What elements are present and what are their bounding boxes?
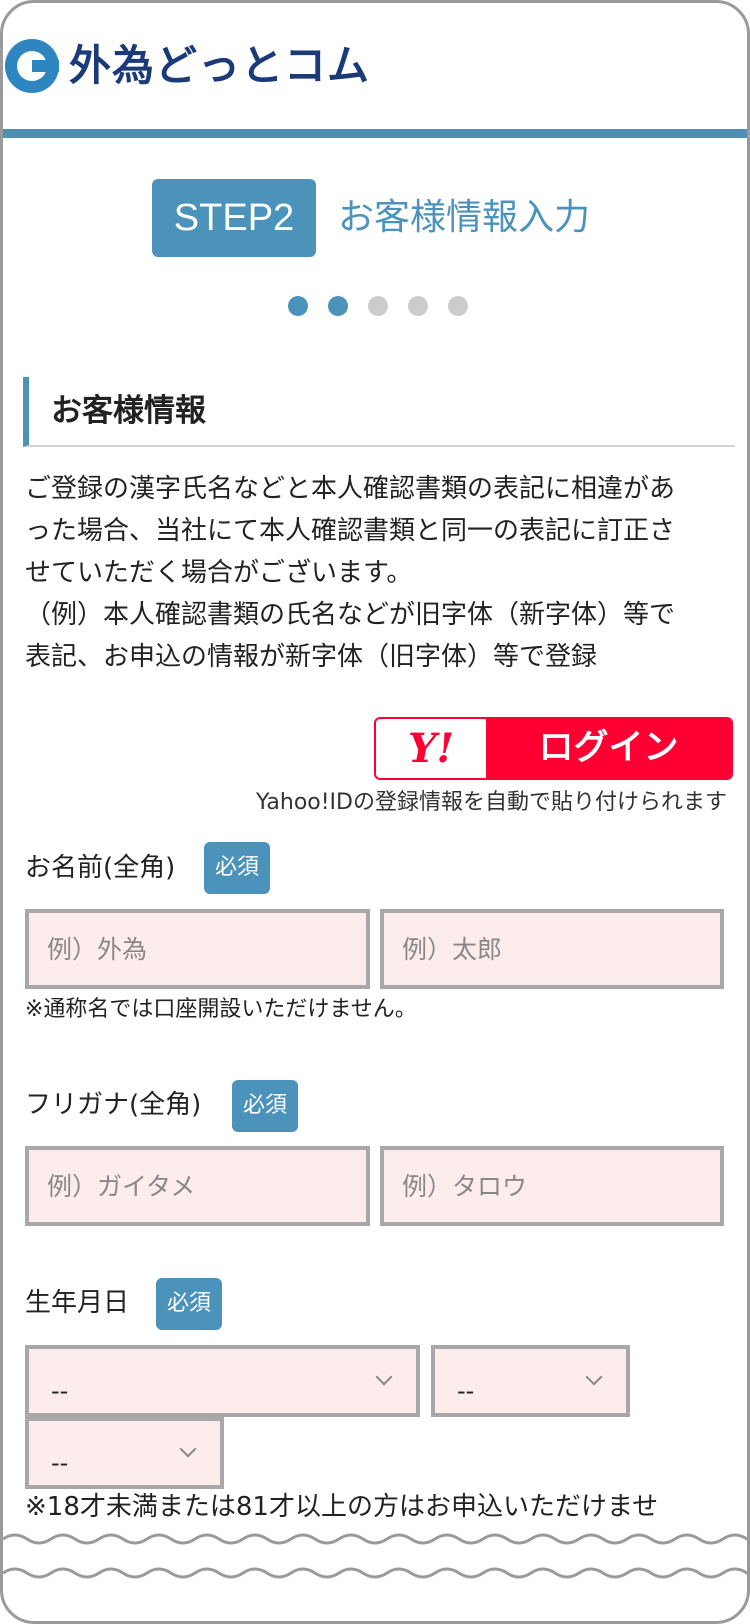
birth-month-value: -- [457, 1377, 475, 1405]
chevron-down-icon [375, 1368, 393, 1386]
section-title: お客様情報 [51, 393, 206, 429]
birth-month-select[interactable]: -- [431, 1345, 630, 1417]
progress-dot-1 [288, 296, 308, 316]
section-header: お客様情報 [23, 377, 735, 447]
notice-line: せていただく場合がございます。 [25, 558, 413, 588]
birth-year-select[interactable]: -- [25, 1345, 420, 1417]
yahoo-login-button[interactable]: Y! ログイン [374, 717, 733, 780]
age-restriction-note: ※18才未満または81才以上の方はお申込いただけませ [25, 1492, 659, 1522]
name-label: お名前(全角) [25, 853, 176, 883]
step-progress-dots [288, 296, 468, 316]
progress-dot-2 [328, 296, 348, 316]
step-title: お客様情報入力 [338, 197, 591, 238]
required-badge: 必須 [156, 1278, 223, 1330]
kana-label: フリガナ(全角) [25, 1090, 202, 1120]
required-badge: 必須 [232, 1080, 299, 1132]
required-badge: 必須 [204, 842, 271, 894]
first-name-kana-input[interactable] [380, 1146, 724, 1226]
name-notice: ご登録の漢字氏名などと本人確認書類の表記に相違があ った場合、当社にて本人確認書… [25, 468, 737, 678]
phone-frame: 外為どっとコム STEP2 お客様情報入力 お客様情報 ご登録の漢字氏名などと本… [0, 0, 750, 1624]
birthdate-label: 生年月日 [25, 1288, 130, 1318]
last-name-kana-input[interactable] [25, 1146, 370, 1226]
last-name-input[interactable] [25, 909, 370, 989]
yahoo-note: Yahoo!IDの登録情報を自動で貼り付けられます [255, 790, 727, 815]
name-hint: ※通称名では口座開設いただけません。 [25, 997, 417, 1022]
notice-line: ご登録の漢字氏名などと本人確認書類の表記に相違があ [25, 474, 676, 504]
chevron-down-icon [179, 1440, 197, 1458]
notice-line: （例）本人確認書類の氏名などが旧字体（新字体）等で [25, 600, 676, 630]
birth-day-select[interactable]: -- [25, 1417, 224, 1489]
notice-line: った場合、当社にて本人確認書類と同一の表記に訂正さ [25, 516, 676, 546]
chevron-down-icon [585, 1368, 603, 1386]
gaitame-logo-icon[interactable] [5, 39, 59, 93]
notice-line: 表記、お申込の情報が新字体（旧字体）等で登録 [25, 642, 598, 672]
logo-text[interactable]: 外為どっとコム [69, 39, 370, 93]
yahoo-login-label: ログイン [538, 728, 679, 768]
first-name-input[interactable] [380, 909, 724, 989]
site-header: 外為どっとコム [3, 3, 747, 133]
header-divider [3, 129, 747, 138]
progress-dot-4 [408, 296, 428, 316]
progress-dot-3 [368, 296, 388, 316]
yahoo-logo-icon: Y! [376, 719, 486, 778]
step-badge: STEP2 [152, 179, 316, 257]
torn-edge-divider [3, 1533, 747, 1579]
birth-year-value: -- [51, 1377, 69, 1405]
progress-dot-5 [448, 296, 468, 316]
birth-day-value: -- [51, 1449, 69, 1477]
